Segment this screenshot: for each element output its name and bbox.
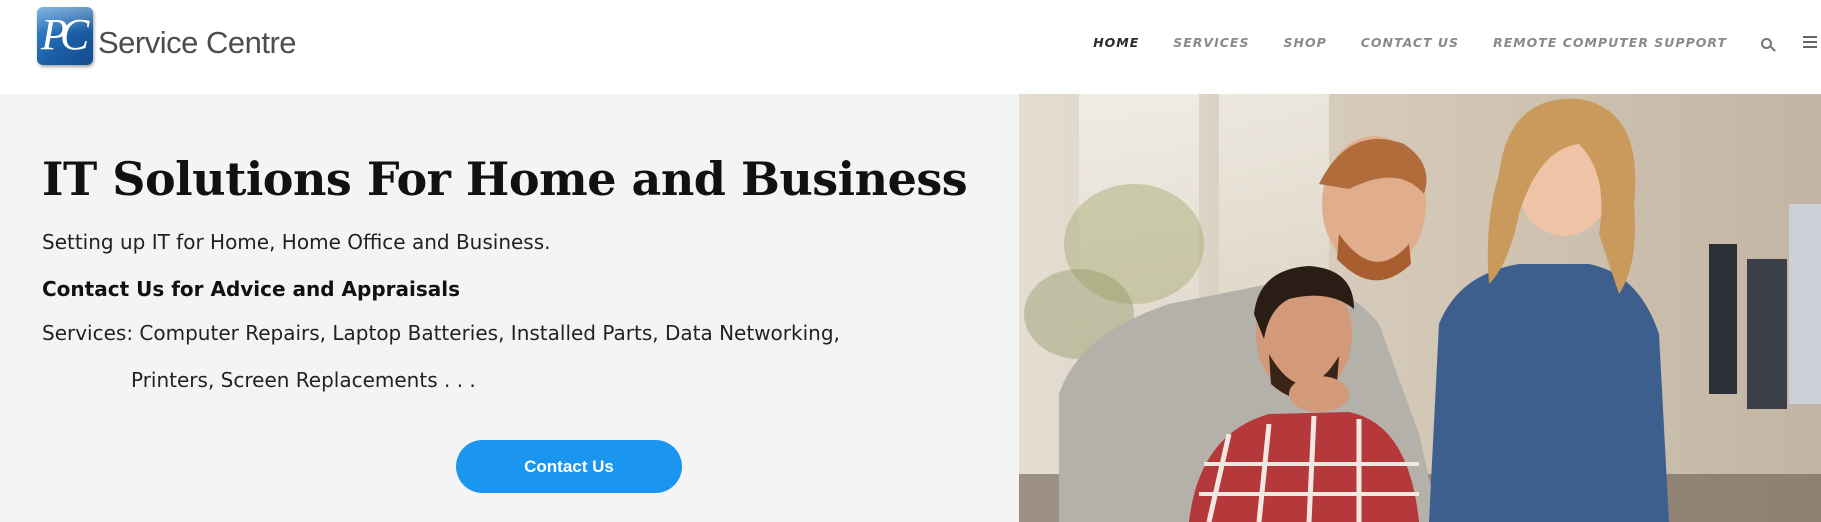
site-logo[interactable]: PC Service Centre <box>37 6 297 66</box>
logo-mark: PC <box>37 7 93 65</box>
nav-remote-computer-support[interactable]: REMOTE COMPUTER SUPPORT <box>1493 35 1727 50</box>
hero-text-panel: IT Solutions For Home and Business Setti… <box>0 94 1019 522</box>
nav-shop[interactable]: SHOP <box>1283 35 1326 50</box>
main-nav: HOME SERVICES SHOP CONTACT US REMOTE COM… <box>1093 33 1821 52</box>
nav-services[interactable]: SERVICES <box>1173 35 1249 50</box>
hero-section: IT Solutions For Home and Business Setti… <box>0 94 1821 522</box>
nav-contact-us[interactable]: CONTACT US <box>1361 35 1459 50</box>
hero-title: IT Solutions For Home and Business <box>42 152 968 206</box>
hero-subtitle: Setting up IT for Home, Home Office and … <box>42 230 551 254</box>
logo-mark-text: PC <box>41 10 89 59</box>
contact-us-button[interactable]: Contact Us <box>456 440 682 493</box>
hero-services-line-2: Printers, Screen Replacements . . . <box>131 368 476 392</box>
menu-icon[interactable] <box>1803 33 1817 51</box>
hero-services-line-1: Services: Computer Repairs, Laptop Batte… <box>42 321 840 345</box>
logo-text: Service Centre <box>98 25 297 60</box>
site-header: PC Service Centre HOME SERVICES SHOP CON… <box>0 0 1821 94</box>
hero-emphasis: Contact Us for Advice and Appraisals <box>42 277 461 301</box>
nav-home[interactable]: HOME <box>1093 35 1139 50</box>
hero-photo-illustration <box>1019 94 1821 522</box>
search-icon[interactable] <box>1761 38 1776 52</box>
hero-photo <box>1019 94 1821 522</box>
